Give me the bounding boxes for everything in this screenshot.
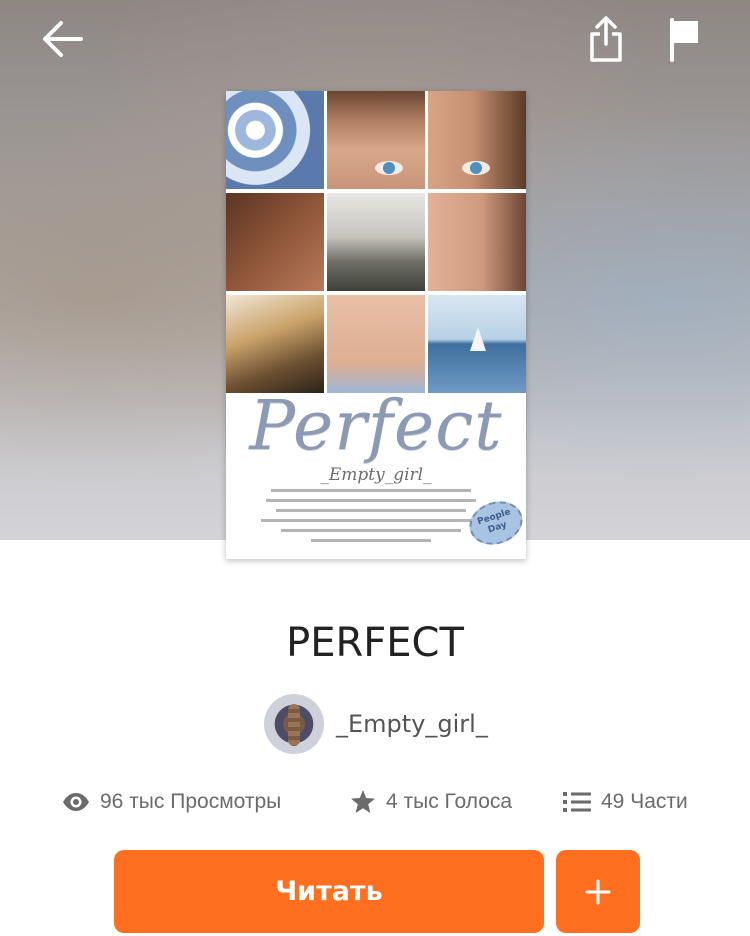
eye-shape — [375, 161, 403, 175]
share-button[interactable] — [581, 14, 631, 64]
cover-credits — [256, 489, 486, 549]
flag-icon — [670, 18, 698, 62]
avatar[interactable] — [264, 694, 324, 754]
votes-stat: 4 тыс Голоса — [350, 786, 512, 818]
cover-photo-face-left — [327, 91, 425, 189]
credit-line — [266, 499, 476, 502]
author-link[interactable]: _Empty_girl_ — [264, 694, 488, 754]
cover-author: _Empty_girl_ — [320, 465, 432, 485]
parts-stat: 49 Части — [563, 786, 688, 818]
cover-photo-girl — [226, 295, 324, 393]
eye-icon — [62, 792, 90, 812]
cover-photo-neck — [327, 295, 425, 393]
cover-photo-lips — [428, 193, 526, 291]
credit-line — [261, 519, 481, 522]
back-button[interactable] — [38, 14, 88, 64]
author-name[interactable]: _Empty_girl_ — [336, 710, 488, 738]
credit-line — [276, 509, 466, 512]
report-button[interactable] — [660, 14, 710, 64]
cover-photo-sea — [428, 295, 526, 393]
story-title: PERFECT — [286, 620, 464, 666]
credit-line — [281, 529, 461, 532]
eye-shape — [462, 161, 490, 175]
sailboat-shape — [470, 327, 486, 351]
read-button[interactable]: Читать — [114, 850, 544, 933]
cover-photo-face-right — [428, 91, 526, 189]
add-to-library-button[interactable] — [556, 850, 640, 933]
share-icon — [590, 16, 622, 62]
cover-photo-room — [327, 193, 425, 291]
book-cover[interactable]: Perfect _Empty_girl_ People Day — [226, 91, 526, 559]
plus-icon — [585, 879, 611, 904]
cover-photo-hair — [226, 193, 324, 291]
cover-collage — [226, 91, 526, 393]
star-icon — [350, 789, 376, 815]
list-icon — [563, 791, 591, 813]
views-stat: 96 тыс Просмотры — [62, 786, 281, 818]
arrow-left-icon — [43, 21, 83, 57]
cover-photo-flowers — [226, 91, 324, 189]
credit-line — [311, 539, 431, 542]
credit-line — [271, 489, 471, 492]
story-stats: 96 тыс Просмотры 4 тыс Голоса 49 Части — [0, 786, 750, 818]
votes-text: 4 тыс Голоса — [386, 790, 513, 813]
parts-text: 49 Части — [601, 790, 688, 813]
cover-title: Perfect — [249, 387, 503, 466]
views-text: 96 тыс Просмотры — [100, 790, 282, 813]
